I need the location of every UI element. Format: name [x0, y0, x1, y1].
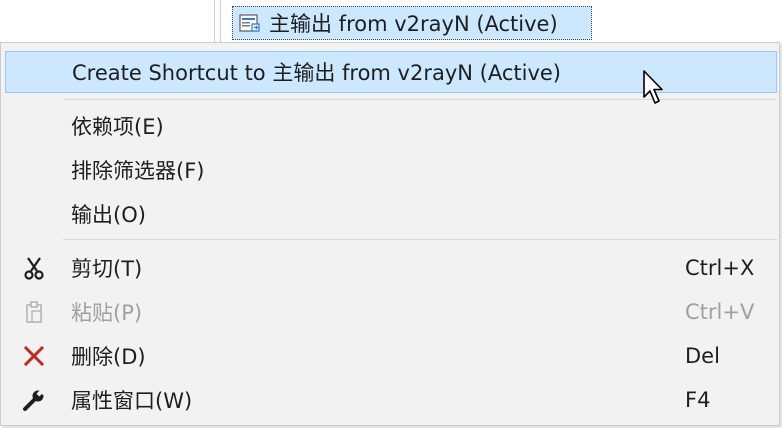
menu-item-label: 依赖项(E) — [71, 115, 164, 139]
menu-separator — [63, 239, 777, 240]
delete-x-icon — [5, 335, 63, 377]
menu-item-label: Create Shortcut to 主输出 from v2rayN (Acti… — [72, 61, 561, 85]
menu-item-paste[interactable]: 粘贴(P) Ctrl+V — [5, 291, 777, 333]
tree-item-label: 主输出 from v2rayN (Active) — [269, 12, 558, 36]
tree-guide-line — [214, 0, 215, 44]
menu-item-exclude-filters[interactable]: 排除筛选器(F) — [5, 149, 777, 191]
tree-guide-line — [220, 0, 221, 44]
menu-item-label: 输出(O) — [71, 203, 146, 227]
solution-tree-view: 主输出 from v2rayN (Active) — [0, 0, 782, 44]
menu-item-shortcut: Del — [685, 344, 720, 368]
menu-item-outputs[interactable]: 输出(O) — [5, 193, 777, 235]
scissors-icon — [5, 247, 63, 289]
menu-item-shortcut: Ctrl+V — [685, 300, 755, 324]
menu-item-label: 剪切(T) — [71, 257, 143, 281]
menu-item-label: 排除筛选器(F) — [71, 159, 205, 183]
menu-item-dependencies[interactable]: 依赖项(E) — [5, 105, 777, 147]
menu-item-shortcut: Ctrl+X — [685, 256, 755, 280]
mouse-cursor-icon — [643, 70, 667, 110]
menu-item-label: 粘贴(P) — [71, 301, 143, 325]
menu-item-shortcut: F4 — [685, 388, 711, 412]
clipboard-icon — [5, 291, 63, 333]
menu-item-label: 属性窗口(W) — [71, 389, 193, 413]
menu-item-cut[interactable]: 剪切(T) Ctrl+X — [5, 247, 777, 289]
tree-item-primary-output[interactable]: 主输出 from v2rayN (Active) — [232, 6, 592, 40]
menu-separator — [63, 99, 777, 100]
project-output-icon — [237, 12, 263, 34]
menu-item-label: 删除(D) — [71, 345, 146, 369]
wrench-icon — [5, 379, 63, 421]
menu-item-delete[interactable]: 删除(D) Del — [5, 335, 777, 377]
menu-item-properties-window[interactable]: 属性窗口(W) F4 — [5, 379, 777, 421]
